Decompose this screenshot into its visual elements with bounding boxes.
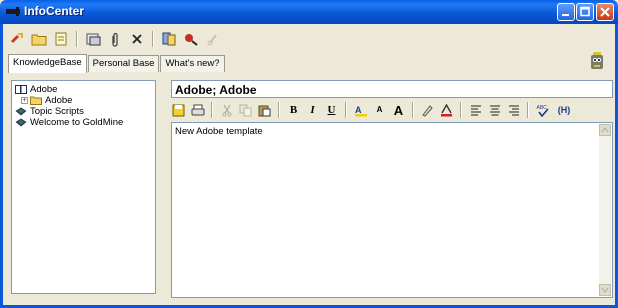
save-button[interactable] <box>171 103 186 118</box>
main-toolbar <box>8 29 222 49</box>
delete-button[interactable] <box>128 30 146 48</box>
editor-scrollbar[interactable] <box>599 124 611 296</box>
link-icon <box>207 34 217 46</box>
scroll-down-icon <box>601 287 609 293</box>
print-button[interactable] <box>190 103 205 118</box>
properties-icon <box>86 33 100 46</box>
highlight-button[interactable]: A <box>353 103 368 118</box>
search-button[interactable] <box>182 30 200 48</box>
new-icon <box>11 33 23 43</box>
topic-editor[interactable]: New Adobe template <box>171 122 613 298</box>
copy-icon <box>239 104 252 116</box>
window-frame-left <box>0 24 3 308</box>
align-center-button[interactable] <box>487 103 502 118</box>
cut-icon <box>221 104 232 117</box>
tab-whats-new[interactable]: What's new? <box>160 55 225 72</box>
paste-button[interactable] <box>257 103 272 118</box>
marker-icon <box>422 104 433 117</box>
copy-button[interactable] <box>238 103 253 118</box>
insert-field-button[interactable]: (H) <box>554 103 574 118</box>
page-icon <box>55 32 67 46</box>
minimize-button[interactable] <box>557 3 575 21</box>
close-icon <box>600 7 610 17</box>
font-color-icon <box>441 103 452 116</box>
folder-icon <box>31 34 47 46</box>
tree-item-adobe-folder[interactable]: + Adobe <box>15 95 152 106</box>
tree-item-label: Welcome to GoldMine <box>30 117 124 128</box>
goldmine-mascot-icon <box>591 52 603 69</box>
topic-title-field[interactable]: Adobe; Adobe <box>171 80 613 98</box>
toolbar-separator <box>211 102 213 118</box>
font-smaller-button[interactable]: A <box>372 103 387 118</box>
paste-icon <box>258 105 271 116</box>
font-color-button[interactable] <box>439 103 454 118</box>
search-icon <box>185 34 198 46</box>
underline-button[interactable]: U <box>324 103 339 118</box>
tree-item-label: Adobe <box>45 95 73 106</box>
scroll-up-icon <box>601 127 609 133</box>
toolbar-separator <box>527 102 529 118</box>
font-larger-button[interactable]: A <box>391 103 406 118</box>
scroll-up-button[interactable] <box>599 124 611 136</box>
align-left-button[interactable] <box>468 103 483 118</box>
toolbar-separator <box>460 102 462 118</box>
scroll-down-button[interactable] <box>599 284 611 296</box>
close-button[interactable] <box>596 3 614 21</box>
editor-text: New Adobe template <box>175 126 263 137</box>
align-right-button[interactable] <box>506 103 521 118</box>
delete-icon <box>132 34 142 44</box>
new-page-button[interactable] <box>52 30 70 48</box>
format-toolbar: B I U A A A ABC (H) <box>171 101 574 119</box>
tree-item-adobe-root[interactable]: Adobe <box>15 84 152 95</box>
align-left-icon <box>470 105 481 115</box>
book-icon <box>162 32 176 46</box>
base-tabs: KnowledgeBase Personal Base What's new? <box>8 54 226 73</box>
tree-item-welcome[interactable]: Welcome to GoldMine <box>15 117 152 128</box>
toolbar-separator <box>152 31 154 47</box>
align-center-icon <box>489 105 500 115</box>
folder-icon <box>30 96 42 105</box>
properties-button[interactable] <box>84 30 102 48</box>
book-icon <box>15 107 27 116</box>
toolbar-separator <box>412 102 414 118</box>
maximize-button[interactable] <box>576 3 594 21</box>
italic-button[interactable]: I <box>305 103 320 118</box>
book-button[interactable] <box>160 30 178 48</box>
book-icon <box>15 118 27 127</box>
toolbar-separator <box>76 31 78 47</box>
topic-tree[interactable]: Adobe + Adobe Topic Scripts Welcome to G… <box>11 80 156 294</box>
title-bar[interactable]: InfoCenter <box>0 0 618 24</box>
minimize-icon <box>562 14 569 16</box>
attach-icon <box>112 32 118 47</box>
maximize-icon <box>580 6 590 17</box>
new-button[interactable] <box>8 30 26 48</box>
marker-button[interactable] <box>420 103 435 118</box>
toolbar-separator <box>278 102 280 118</box>
tab-personal-base[interactable]: Personal Base <box>87 55 160 72</box>
save-icon <box>172 104 185 116</box>
window-title: InfoCenter <box>24 4 84 18</box>
spell-check-button[interactable]: ABC <box>535 103 550 118</box>
expand-toggle[interactable]: + <box>21 97 28 104</box>
open-folder-button[interactable] <box>30 30 48 48</box>
link-button[interactable] <box>204 30 222 48</box>
tree-item-label: Adobe <box>30 84 58 95</box>
infocenter-window: InfoCenter KnowledgeBase Personal Base W… <box>0 0 618 308</box>
highlight-icon: A <box>354 105 367 116</box>
attach-button[interactable] <box>106 30 124 48</box>
tab-knowledgebase[interactable]: KnowledgeBase <box>8 54 87 73</box>
spell-check-icon: ABC <box>536 105 549 117</box>
spell-label: ABC <box>536 105 547 111</box>
svg-text:A: A <box>355 105 362 115</box>
book-icon <box>15 85 27 94</box>
window-app-icon <box>6 7 20 16</box>
toolbar-separator <box>345 102 347 118</box>
print-icon <box>191 104 204 115</box>
cut-button[interactable] <box>219 103 234 118</box>
tree-item-topic-scripts[interactable]: Topic Scripts <box>15 106 152 117</box>
align-right-icon <box>508 105 519 115</box>
bold-button[interactable]: B <box>286 103 301 118</box>
tree-item-label: Topic Scripts <box>30 106 84 117</box>
